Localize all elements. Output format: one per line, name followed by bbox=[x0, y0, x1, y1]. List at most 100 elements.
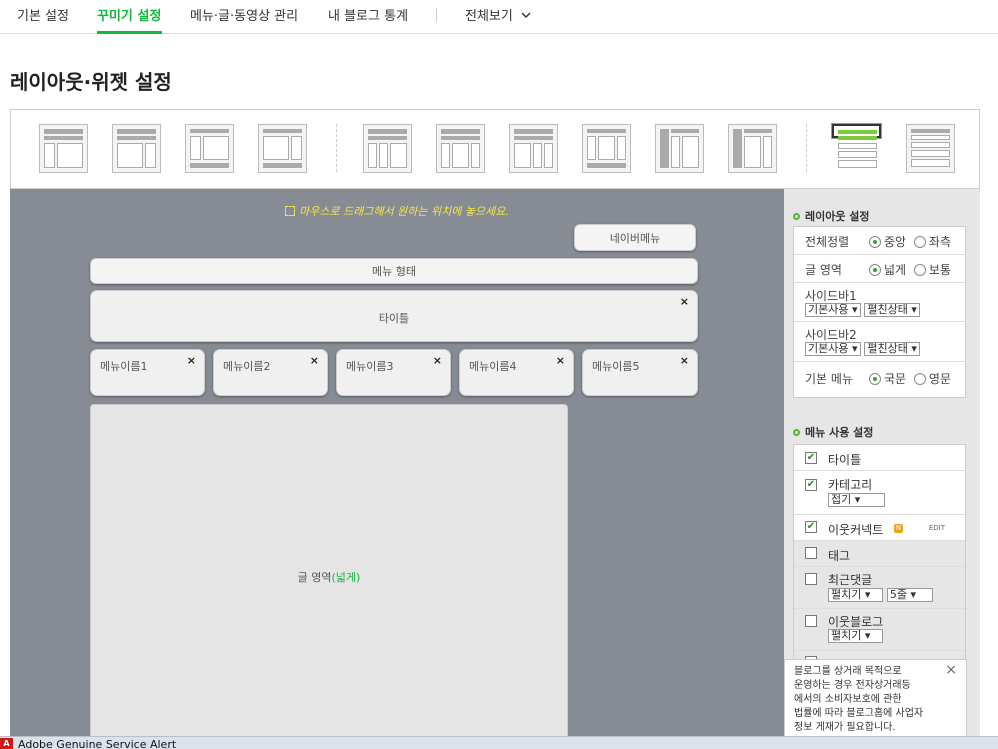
thumb-divider bbox=[806, 124, 807, 172]
menu-korean-label: 국문 bbox=[884, 372, 907, 386]
close-icon[interactable]: × bbox=[556, 354, 565, 367]
edit-link[interactable]: EDIT bbox=[929, 524, 945, 532]
tab-decorate-settings[interactable]: 꾸미기 설정 bbox=[97, 5, 161, 24]
menu-item-label: 메뉴이름5 bbox=[592, 360, 640, 373]
menu-item-row: 최근댓글 펼치기 ▾ 5줄 ▾ bbox=[794, 567, 965, 609]
layout-option-2[interactable] bbox=[112, 124, 161, 173]
notice-line: 운영하는 경우 전자상거래등 bbox=[794, 680, 911, 691]
menu-item-row: 태그 bbox=[794, 541, 965, 567]
width-wide-radio[interactable] bbox=[869, 264, 881, 276]
layout-option-3[interactable] bbox=[185, 124, 234, 173]
view-all-menu[interactable]: 전체보기 bbox=[465, 5, 531, 24]
business-info-notice: × 블로그를 상거래 목적으로 운영하는 경우 전자상거래등 에서의 소비자보호… bbox=[784, 659, 967, 738]
neighbor-blog-mode-select[interactable]: 펼치기 ▾ bbox=[828, 629, 883, 643]
menu-lang-label: 기본 메뉴 bbox=[805, 372, 853, 386]
recent-comments-lines-value: 5줄 bbox=[889, 587, 907, 601]
checkbox-checked[interactable]: ✔ bbox=[805, 452, 817, 464]
layout-option-5[interactable] bbox=[363, 124, 412, 173]
recent-comments-mode-value: 펼치기 bbox=[831, 587, 862, 601]
sidebar1-use-select[interactable]: 기본사용 ▾ bbox=[805, 302, 861, 317]
sidebar2-state-select[interactable]: 펼친상태 ▾ bbox=[864, 341, 920, 356]
layout-option-4[interactable] bbox=[258, 124, 307, 173]
menu-item-label: 메뉴이름4 bbox=[469, 360, 517, 373]
neighbor-blog-mode-value: 펼치기 bbox=[831, 629, 862, 642]
top-nav: 기본 설정 꾸미기 설정 메뉴·글·동영상 관리 내 블로그 통계 전체보기 bbox=[0, 0, 998, 34]
close-icon[interactable]: × bbox=[680, 295, 689, 308]
new-badge: N bbox=[894, 524, 903, 533]
width-normal-radio[interactable] bbox=[913, 264, 926, 276]
align-left-radio[interactable] bbox=[913, 236, 926, 248]
menu-item-label: 태그 bbox=[828, 549, 851, 563]
menu-settings-header: 메뉴 사용 설정 bbox=[793, 424, 873, 440]
checkbox-checked[interactable]: ✔ bbox=[805, 521, 817, 533]
bullet-icon bbox=[793, 213, 800, 220]
width-label: 글 영역 bbox=[805, 263, 842, 277]
sidebar1-state-value: 펼친상태 bbox=[867, 302, 908, 316]
menu-english-radio[interactable] bbox=[913, 373, 926, 385]
width-normal-label: 보통 bbox=[928, 263, 952, 277]
checkbox-unchecked[interactable] bbox=[805, 573, 817, 585]
layout-thumbnail-bar bbox=[10, 109, 980, 189]
menu-item-label: 이웃블로그 bbox=[828, 615, 884, 629]
taskbar-alert-title: Adobe Genuine Service Alert bbox=[18, 738, 177, 749]
notice-line: 법률에 따라 블로그홈에 사업자 bbox=[794, 708, 924, 719]
tab-menu-post-video[interactable]: 메뉴·글·동영상 관리 bbox=[190, 5, 298, 24]
content-area[interactable]: 글 영역 (넓게) bbox=[90, 404, 568, 749]
active-tab-underline bbox=[97, 31, 162, 34]
recent-comments-mode-select[interactable]: 펼치기 ▾ bbox=[828, 587, 883, 602]
notice-line: 에서의 소비자보호에 관한 bbox=[794, 694, 902, 705]
menu-type-widget[interactable]: 메뉴 형태 bbox=[90, 258, 698, 284]
checkbox-unchecked[interactable] bbox=[805, 615, 817, 627]
menu-item-row: ✔ 타이틀 bbox=[794, 445, 965, 471]
menu-item-label: 메뉴이름2 bbox=[223, 360, 271, 373]
sidebar2-state-value: 펼친상태 bbox=[867, 341, 908, 355]
layout-option-12[interactable] bbox=[906, 124, 955, 173]
close-icon[interactable]: × bbox=[433, 354, 442, 367]
layout-option-1[interactable] bbox=[39, 124, 88, 173]
notice-line: 블로그를 상거래 목적으로 bbox=[794, 666, 902, 677]
close-icon[interactable]: × bbox=[680, 354, 689, 367]
menu-settings-title: 메뉴 사용 설정 bbox=[805, 426, 874, 439]
adobe-logo-icon: A bbox=[0, 738, 13, 749]
sidebar2-row: 사이드바2 기본사용 ▾ 펼친상태 ▾ bbox=[794, 322, 965, 362]
sidebar2-use-select[interactable]: 기본사용 ▾ bbox=[805, 341, 861, 356]
drag-cursor-icon bbox=[285, 206, 296, 216]
category-fold-select[interactable]: 접기 ▾ bbox=[828, 493, 885, 507]
width-wide-label: 넓게 bbox=[884, 263, 907, 277]
layout-settings-header: 레이아웃 설정 bbox=[793, 208, 870, 224]
menu-item-widget[interactable]: 메뉴이름1 × bbox=[90, 349, 205, 396]
menu-item-label: 카테고리 bbox=[828, 478, 873, 492]
category-fold-value: 접기 bbox=[831, 493, 852, 506]
close-icon[interactable]: × bbox=[945, 663, 957, 677]
menu-item-widget[interactable]: 메뉴이름4 × bbox=[459, 349, 574, 396]
menu-korean-radio[interactable] bbox=[869, 373, 881, 385]
view-all-label: 전체보기 bbox=[465, 9, 513, 24]
page-title: 레이아웃·위젯 설정 bbox=[10, 70, 172, 94]
checkbox-unchecked[interactable] bbox=[805, 547, 817, 559]
menu-item-widget[interactable]: 메뉴이름5 × bbox=[582, 349, 698, 396]
tab-basic-settings[interactable]: 기본 설정 bbox=[17, 5, 69, 24]
recent-comments-lines-select[interactable]: 5줄 ▾ bbox=[886, 587, 933, 602]
bullet-icon bbox=[793, 429, 800, 436]
menu-item-widget[interactable]: 메뉴이름3 × bbox=[336, 349, 451, 396]
layout-option-8[interactable] bbox=[582, 124, 631, 173]
title-widget[interactable]: × 타이틀 bbox=[90, 290, 698, 342]
menu-lang-row: 기본 메뉴 국문 영문 bbox=[794, 362, 965, 397]
close-icon[interactable]: × bbox=[187, 354, 196, 367]
naver-menu-widget[interactable]: 네이버메뉴 bbox=[574, 224, 696, 251]
taskbar-alert[interactable]: A Adobe Genuine Service Alert bbox=[0, 736, 998, 749]
menu-item-widget[interactable]: 메뉴이름2 × bbox=[213, 349, 328, 396]
layout-option-10[interactable] bbox=[728, 124, 777, 173]
layout-option-9[interactable] bbox=[655, 124, 704, 173]
layout-settings-title: 레이아웃 설정 bbox=[805, 210, 870, 223]
align-center-radio[interactable] bbox=[869, 236, 881, 248]
tab-blog-stats[interactable]: 내 블로그 통계 bbox=[328, 5, 408, 24]
layout-option-7[interactable] bbox=[509, 124, 558, 173]
thumb-divider bbox=[336, 124, 337, 172]
sidebar1-state-select[interactable]: 펼친상태 ▾ bbox=[864, 302, 920, 317]
layout-option-11-selected[interactable] bbox=[832, 124, 881, 168]
menu-item-label: 메뉴이름1 bbox=[100, 360, 148, 373]
close-icon[interactable]: × bbox=[310, 354, 319, 367]
layout-option-6[interactable] bbox=[436, 124, 485, 173]
checkbox-checked[interactable]: ✔ bbox=[805, 479, 817, 491]
